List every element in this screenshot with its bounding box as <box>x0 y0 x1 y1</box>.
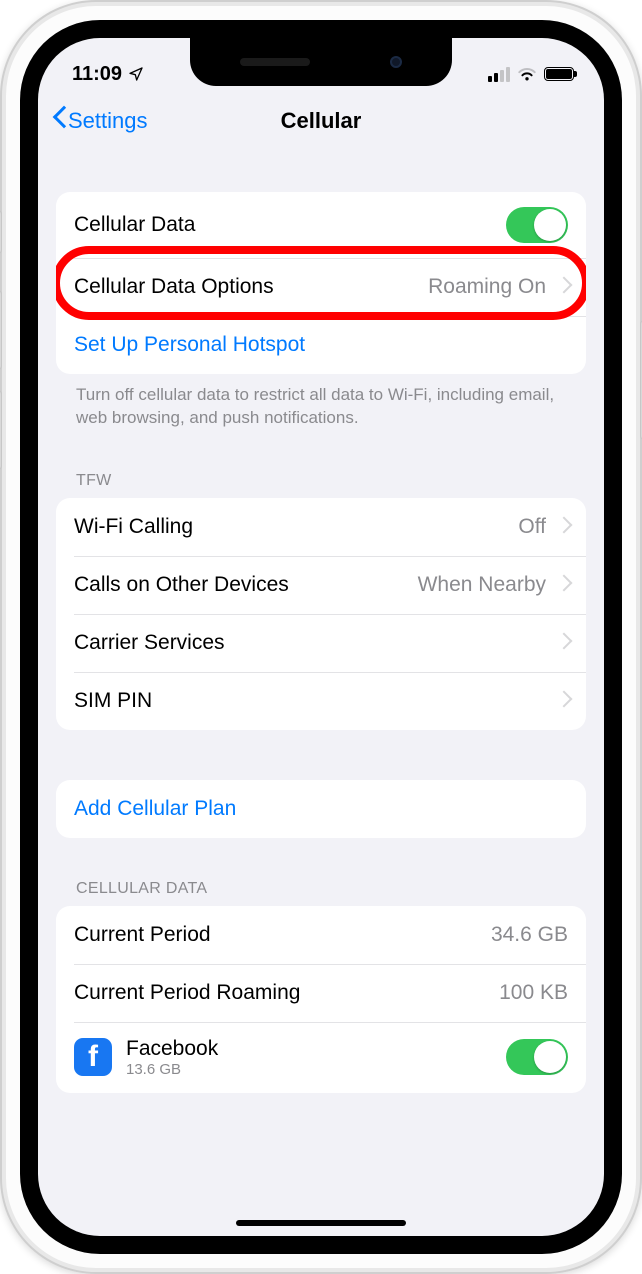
app-info: Facebook 13.6 GB <box>126 1037 506 1078</box>
row-sim-pin[interactable]: SIM PIN <box>56 672 586 730</box>
roaming-label: Current Period Roaming <box>74 981 499 1005</box>
chevron-right-icon <box>558 519 568 535</box>
current-period-label: Current Period <box>74 923 491 947</box>
carrier-services-label: Carrier Services <box>74 631 546 655</box>
hotspot-label: Set Up Personal Hotspot <box>74 333 568 357</box>
row-current-period-roaming[interactable]: Current Period Roaming 100 KB <box>56 964 586 1022</box>
sim-pin-label: SIM PIN <box>74 689 546 713</box>
content-scroll[interactable]: Cellular Data Cellular Data Options Roam… <box>38 150 604 1236</box>
group-tfw-header: TFW <box>56 458 586 498</box>
calls-other-label: Calls on Other Devices <box>74 573 418 597</box>
row-cellular-data[interactable]: Cellular Data <box>56 192 586 258</box>
status-time: 11:09 <box>72 63 122 86</box>
chevron-right-icon <box>558 693 568 709</box>
wifi-icon <box>517 67 537 82</box>
device-bezel: 11:09 <box>20 20 622 1254</box>
facebook-app-icon: f <box>74 1038 112 1076</box>
current-period-value: 34.6 GB <box>491 923 568 947</box>
group-cellular-footer: Turn off cellular data to restrict all d… <box>56 374 586 458</box>
chevron-right-icon <box>558 635 568 651</box>
chevron-right-icon <box>558 577 568 593</box>
roaming-value: 100 KB <box>499 981 568 1005</box>
volume-up-button <box>0 290 2 370</box>
cellular-data-toggle[interactable] <box>506 207 568 243</box>
speaker-grille <box>240 58 310 66</box>
row-add-cellular-plan[interactable]: Add Cellular Plan <box>56 780 586 838</box>
volume-down-button <box>0 390 2 470</box>
group-usage: Current Period 34.6 GB Current Period Ro… <box>56 906 586 1093</box>
row-app-facebook[interactable]: f Facebook 13.6 GB <box>56 1022 586 1093</box>
notch <box>190 38 452 86</box>
row-current-period[interactable]: Current Period 34.6 GB <box>56 906 586 964</box>
wifi-calling-value: Off <box>518 515 546 539</box>
cellular-data-label: Cellular Data <box>74 213 506 237</box>
wifi-calling-label: Wi-Fi Calling <box>74 515 518 539</box>
nav-bar: Settings Cellular <box>38 92 604 150</box>
group-tfw: Wi-Fi Calling Off Calls on Other Devices… <box>56 498 586 730</box>
row-wifi-calling[interactable]: Wi-Fi Calling Off <box>56 498 586 556</box>
group-usage-header: CELLULAR DATA <box>56 838 586 906</box>
back-button[interactable]: Settings <box>52 108 148 134</box>
chevron-left-icon <box>52 109 66 133</box>
cellular-options-label: Cellular Data Options <box>74 275 428 299</box>
row-carrier-services[interactable]: Carrier Services <box>56 614 586 672</box>
app-name: Facebook <box>126 1037 506 1061</box>
back-label: Settings <box>68 108 148 134</box>
app-usage: 13.6 GB <box>126 1061 506 1078</box>
group-add-plan: Add Cellular Plan <box>56 780 586 838</box>
home-indicator[interactable] <box>236 1220 406 1226</box>
cellular-options-value: Roaming On <box>428 275 546 299</box>
chevron-right-icon <box>558 279 568 295</box>
row-personal-hotspot[interactable]: Set Up Personal Hotspot <box>56 316 586 374</box>
status-right <box>488 67 578 82</box>
group-cellular: Cellular Data Cellular Data Options Roam… <box>56 192 586 374</box>
screen: 11:09 <box>38 38 604 1236</box>
row-calls-other-devices[interactable]: Calls on Other Devices When Nearby <box>56 556 586 614</box>
mute-switch <box>0 210 2 254</box>
device-frame: 11:09 <box>0 0 642 1274</box>
cellular-signal-icon <box>488 67 510 82</box>
row-cellular-data-options[interactable]: Cellular Data Options Roaming On <box>56 258 586 316</box>
page-title: Cellular <box>281 108 362 134</box>
battery-icon <box>544 67 574 81</box>
calls-other-value: When Nearby <box>418 573 546 597</box>
status-left: 11:09 <box>64 63 144 86</box>
add-plan-label: Add Cellular Plan <box>74 797 568 821</box>
app-facebook-toggle[interactable] <box>506 1039 568 1075</box>
front-camera <box>390 56 402 68</box>
location-icon <box>128 66 144 82</box>
